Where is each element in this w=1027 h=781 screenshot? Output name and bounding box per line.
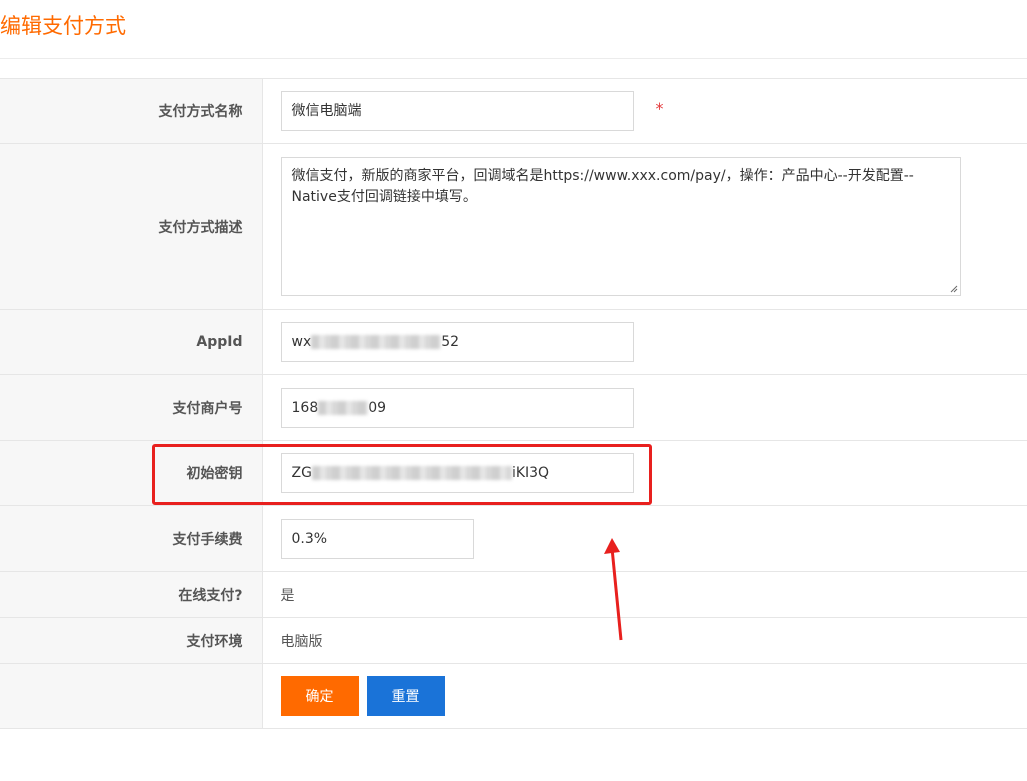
merchant-id-input[interactable]: 168 09 [280, 387, 634, 428]
merchant-suffix: 09 [368, 399, 387, 416]
resize-handle-icon[interactable] [950, 285, 958, 293]
description-textarea[interactable]: 微信支付，新版的商家平台，回调域名是https://www.xxx.com/pa… [280, 157, 961, 296]
online-value: 是 [280, 587, 295, 604]
row-description: 支付方式描述 微信支付，新版的商家平台，回调域名是https://www.xxx… [0, 143, 1027, 310]
actions-label-cell [0, 663, 263, 729]
reset-button[interactable]: 重置 [366, 676, 445, 716]
row-online: 在线支付? 是 [0, 571, 1027, 618]
redacted-blur [311, 335, 442, 349]
payment-name-input[interactable]: 微信电脑端 [280, 91, 634, 131]
row-fee: 支付手续费 0.3% [0, 505, 1027, 572]
row-name: 支付方式名称 微信电脑端 * [0, 78, 1027, 144]
env-value: 电脑版 [280, 633, 323, 650]
appid-suffix: 52 [441, 334, 460, 350]
confirm-button[interactable]: 确定 [280, 676, 359, 716]
description-label: 支付方式描述 [0, 143, 263, 310]
name-label: 支付方式名称 [0, 78, 263, 144]
row-merchant: 支付商户号 168 09 [0, 374, 1027, 441]
title-divider [0, 58, 1027, 59]
page-title: 编辑支付方式 [0, 14, 126, 38]
merchant-prefix: 168 [291, 399, 319, 416]
row-actions: 确定 重置 [0, 663, 1027, 729]
description-text: 微信支付，新版的商家平台，回调域名是https://www.xxx.com/pa… [291, 168, 914, 205]
required-mark: * [655, 99, 664, 118]
fee-input[interactable]: 0.3% [280, 518, 474, 559]
env-label: 支付环境 [0, 617, 263, 664]
row-env: 支付环境 电脑版 [0, 617, 1027, 664]
merchant-label: 支付商户号 [0, 374, 263, 441]
annotation-arrow-icon [604, 538, 623, 641]
appid-input[interactable]: wx 52 [280, 322, 634, 362]
fee-label: 支付手续费 [0, 505, 263, 572]
appid-label: AppId [0, 309, 263, 375]
row-appid: AppId wx 52 [0, 309, 1027, 375]
appid-prefix: wx [291, 334, 312, 350]
online-label: 在线支付? [0, 571, 263, 618]
highlight-box [152, 444, 652, 505]
redacted-blur [318, 400, 369, 415]
payment-form: 支付方式名称 微信电脑端 * 支付方式描述 微信支付，新版的商家平台，回调域名是… [0, 78, 1027, 729]
